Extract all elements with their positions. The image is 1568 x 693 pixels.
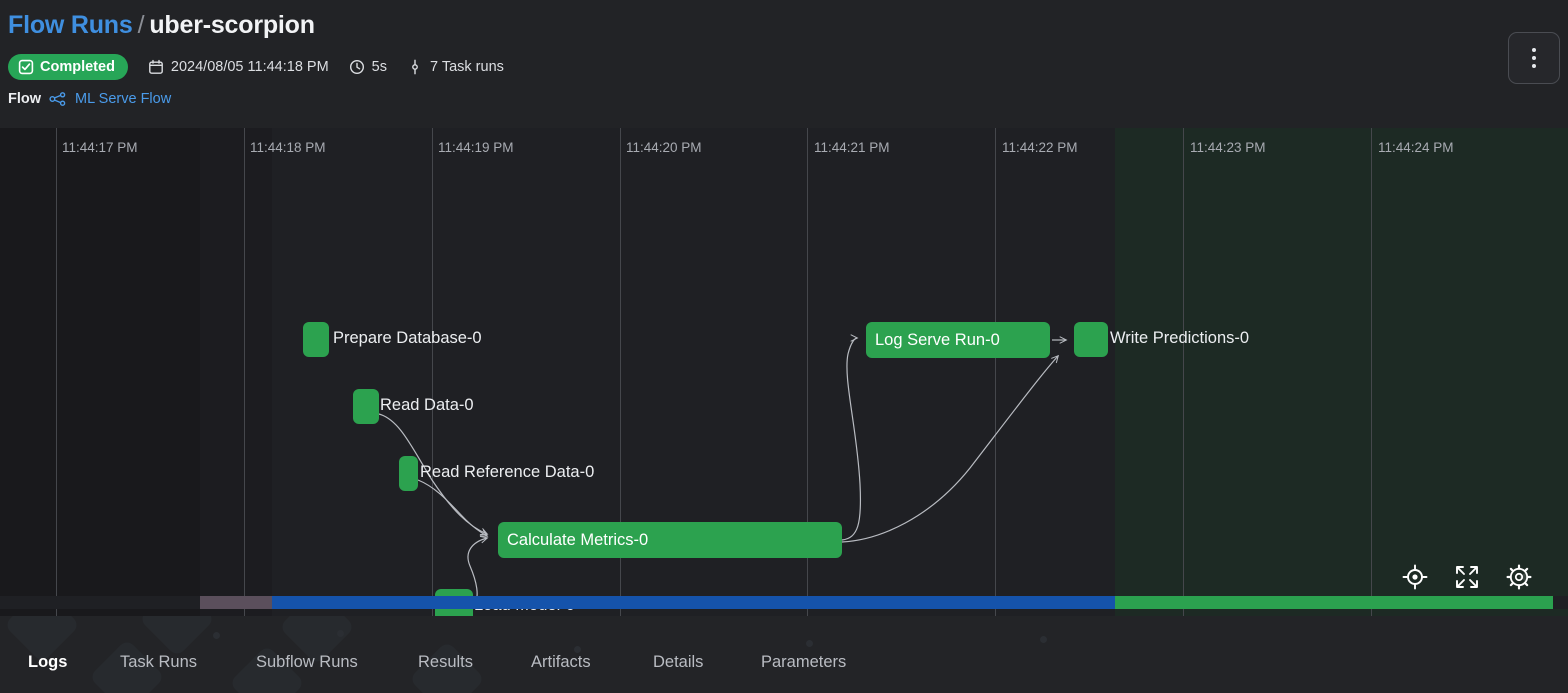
center-view-icon[interactable] (1402, 564, 1428, 590)
timeline-scrollbar[interactable] (0, 596, 1568, 609)
breadcrumb-separator: / (137, 11, 145, 39)
ruler-tick-label: 11:44:21 PM (814, 140, 890, 155)
scrollbar-segment[interactable] (272, 596, 1115, 609)
ruler-tick-label: 11:44:23 PM (1190, 140, 1266, 155)
decorative-dot (337, 630, 344, 637)
timeline-pre-run-shade (200, 128, 272, 616)
decorative-dot (213, 632, 220, 639)
tab-results[interactable]: Results (418, 653, 473, 672)
timeline-gridline-0 (56, 128, 57, 616)
tab-logs[interactable]: Logs (28, 653, 67, 672)
tab-artifacts[interactable]: Artifacts (531, 653, 591, 672)
timeline-gantt[interactable]: 11:44:17 PM 11:44:18 PM 11:44:19 PM 11:44:2… (0, 128, 1568, 616)
flow-row: Flow ML Serve Flow (8, 88, 171, 110)
scrollbar-segment[interactable] (200, 596, 272, 609)
breadcrumb-link-flow-runs[interactable]: Flow Runs (8, 11, 133, 39)
flow-graph-icon (49, 91, 67, 107)
run-timestamp-text: 2024/08/05 11:44:18 PM (170, 59, 329, 75)
ruler-tick-label: 11:44:24 PM (1378, 140, 1454, 155)
run-meta-row: Completed 2024/08/05 11:44:18 PM 5s 7 Ta… (8, 54, 504, 80)
task-bar[interactable]: Calculate Metrics-0 (498, 522, 842, 558)
task-bar[interactable] (399, 456, 418, 491)
breadcrumb: Flow Runs / uber-scorpion (8, 11, 315, 40)
status-badge-label: Completed (40, 59, 115, 75)
ruler-tick-label: 11:44:22 PM (1002, 140, 1078, 155)
task-bar-label: Log Serve Run-0 (875, 330, 1000, 349)
tab-parameters[interactable]: Parameters (761, 653, 846, 672)
run-timestamp: 2024/08/05 11:44:18 PM (148, 59, 329, 75)
flow-link[interactable]: ML Serve Flow (75, 91, 171, 107)
task-node-icon (407, 59, 423, 75)
task-runs-count: 7 Task runs (407, 59, 504, 75)
fullscreen-icon[interactable] (1454, 564, 1480, 590)
status-badge: Completed (8, 54, 128, 80)
decorative-dot (1040, 636, 1047, 643)
timeline-gridline-7 (1371, 128, 1372, 616)
ruler-tick-label: 11:44:19 PM (438, 140, 514, 155)
tab-subflow-runs[interactable]: Subflow Runs (256, 653, 358, 672)
timeline-gridline-1 (244, 128, 245, 616)
page-header: Flow Runs / uber-scorpion Completed 2024/0… (0, 0, 1568, 128)
settings-gear-icon[interactable] (1506, 564, 1532, 590)
task-bar[interactable] (303, 322, 329, 357)
kebab-dot (1532, 48, 1536, 52)
flow-row-label: Flow (8, 91, 42, 107)
task-bar-label: Calculate Metrics-0 (507, 530, 649, 549)
task-bar-label: Prepare Database-0 (333, 329, 482, 347)
timeline-controls (1402, 564, 1532, 590)
decorative-dot (806, 640, 813, 647)
ruler-tick-label: 11:44:18 PM (250, 140, 326, 155)
decorative-dot (574, 646, 581, 653)
page-title: uber-scorpion (149, 11, 315, 39)
kebab-dot (1532, 56, 1536, 60)
task-runs-count-text: 7 Task runs (430, 59, 504, 75)
tab-details[interactable]: Details (653, 653, 703, 672)
scrollbar-segment[interactable] (1115, 596, 1553, 609)
tab-task-runs[interactable]: Task Runs (120, 653, 197, 672)
task-bar-label: Read Reference Data-0 (420, 463, 595, 481)
ruler-tick-label: 11:44:20 PM (626, 140, 702, 155)
check-square-icon (18, 59, 34, 75)
ruler-tick-label: 11:44:17 PM (62, 140, 138, 155)
timeline-gridline-2 (432, 128, 433, 616)
task-bar[interactable] (353, 389, 379, 424)
decorative-diamond (138, 616, 216, 658)
task-bar-label: Read Data-0 (380, 396, 474, 414)
run-duration: 5s (349, 59, 387, 75)
timeline-leading-shade (0, 128, 200, 616)
task-bar[interactable]: Log Serve Run-0 (866, 322, 1050, 358)
clock-icon (349, 59, 365, 75)
more-options-button[interactable] (1508, 32, 1560, 84)
kebab-dot (1532, 64, 1536, 68)
task-bar[interactable] (1074, 322, 1108, 357)
timeline-gridline-5 (995, 128, 996, 616)
timeline-gridline-6 (1183, 128, 1184, 616)
tab-bar: Logs Task Runs Subflow Runs Results Artifact… (0, 616, 1568, 693)
calendar-icon (148, 59, 164, 75)
run-duration-text: 5s (371, 59, 387, 75)
